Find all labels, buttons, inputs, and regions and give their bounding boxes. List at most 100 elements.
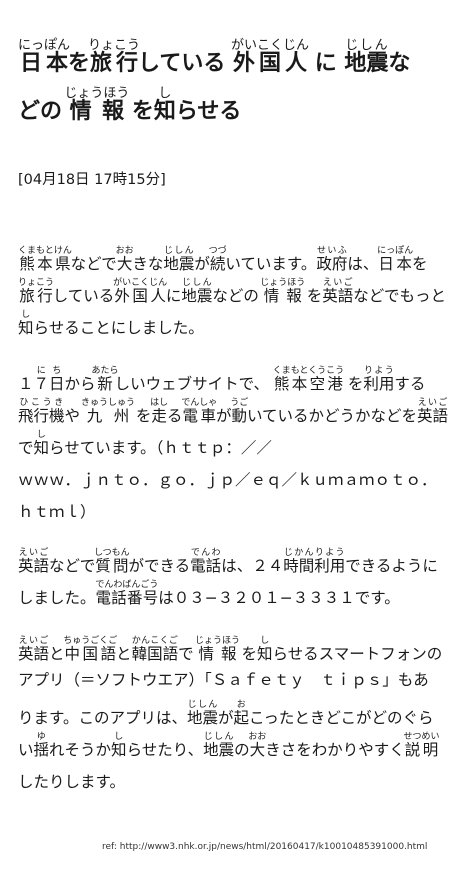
body-line: 英語えいごなどで質問しつもんができる電話でんわは、２４時間じかん利用りようできる… [18, 548, 468, 576]
ruby-word: 外国人がいこくじん [231, 38, 310, 76]
ruby-word: 韓国語かんこくご [132, 636, 179, 663]
text-run: を [68, 51, 91, 76]
ruby-word: 九州きゅうしゅう [81, 398, 135, 425]
ruby-word: 利用りよう [314, 548, 346, 575]
source-reference-link[interactable]: ref: http://www3.nhk.or.jp/news/html/201… [102, 842, 427, 852]
furigana: きゅうしゅう [80, 398, 135, 408]
ruby-word: 揺ゆ [34, 732, 50, 759]
ruby-word: 地震じしん [181, 278, 213, 305]
furigana: でんしゃ [181, 398, 218, 408]
ruby-base: 外国人 [113, 287, 168, 305]
text-run: ります。このアプリは、 [18, 709, 187, 727]
ruby-base: 電話番号 [95, 589, 159, 607]
text-run: れそうか [49, 741, 112, 759]
ruby-word: 熊本県くまもとけん [18, 246, 72, 273]
ruby-word: 英語えいご [18, 548, 49, 575]
furigana: し [18, 310, 34, 320]
ruby-word: 動うご [230, 398, 248, 425]
ruby-word: 走はし [150, 398, 168, 425]
furigana: あたら [91, 366, 119, 376]
body-line: しました。電話番号でんわばんごうは０３−３２０１−３３３１です。 [18, 580, 468, 608]
ruby-word: 熊本空港くまもとくうこう [273, 366, 344, 393]
text-run: を [130, 407, 152, 425]
furigana: ちゅうごくご [63, 636, 118, 646]
ruby-word: 利用りよう [363, 366, 394, 393]
furigana: せいふ [316, 246, 348, 256]
furigana: しつもん [94, 548, 130, 558]
ruby-word: 地震じしん [203, 732, 234, 759]
ruby-word: 知し [256, 636, 273, 663]
ruby-word: 旅行りょこう [18, 278, 54, 305]
furigana: がいこくじん [113, 278, 168, 288]
ruby-word: 地震じしん [344, 38, 388, 76]
ruby-word: 情報じょうほう [260, 278, 305, 305]
ruby-word: 地震じしん [186, 700, 218, 727]
ruby-word: 英語えいご [417, 398, 448, 425]
furigana: し [33, 430, 50, 440]
text-run: こったときどこがどのぐら [249, 709, 434, 727]
ruby-word: 日本にっぽん [377, 246, 413, 273]
text-run: を [124, 99, 154, 124]
ruby-word: 知し [154, 86, 176, 124]
text-run: したりします。 [18, 773, 125, 791]
news-article: 日本にっぽんを旅行りょこうしている 外国人がいこくじん に 地震じしんな どの 情… [0, 0, 468, 873]
ruby-base: 知 [18, 319, 34, 337]
furigana: えいご [18, 636, 49, 646]
ruby-word: 政府せいふ [316, 246, 348, 273]
body-line: で知しらせています。（ｈｔｔｐ：／／ [18, 430, 468, 458]
ruby-base: 外国人 [231, 51, 310, 76]
ruby-base: 政府 [316, 255, 348, 273]
text-run: どの [18, 99, 70, 124]
text-run: らせるスマートフォンの [272, 645, 443, 663]
furigana: じしん [344, 38, 389, 53]
text-run: は、 [347, 255, 379, 273]
ruby-word: 中国語ちゅうごくご [63, 636, 117, 663]
furigana: せつめい [403, 732, 440, 742]
ruby-word: 知し [18, 310, 34, 337]
ruby-base: 地震 [186, 709, 218, 727]
text-run: している [52, 287, 115, 305]
ruby-base: 情報 [64, 99, 130, 124]
text-run: らせる [175, 99, 242, 124]
text-run: ｗｗｗ．ｊｎｔｏ．ｇｏ．ｊｐ／ｅｑ／ｋｕｍａｍｏｔｏ． [18, 471, 437, 489]
text-run: きな [132, 255, 164, 273]
title-line: どの 情報じょうほう を知しらせる [18, 86, 468, 125]
text-run: で [18, 439, 34, 457]
furigana: えいご [322, 278, 354, 288]
text-run: アプリ（＝ソフトウエア）「Ｓａｆｅｔｙ ｔｉｐｓ」もあ [18, 671, 429, 689]
furigana: でんわばんごう [95, 580, 159, 590]
body-line: したりします。 [18, 770, 468, 792]
ruby-word: 起お [233, 700, 249, 727]
body-line: ります。このアプリは、地震じしんが起おこったときどこがどのぐら [18, 700, 468, 728]
ruby-base: 地震 [181, 287, 213, 305]
ruby-base: 知 [256, 645, 273, 663]
furigana: にっぽん [377, 246, 414, 256]
text-run: などで [70, 255, 117, 273]
ruby-base: 旅行 [88, 51, 141, 76]
ruby-base: 情報 [195, 645, 241, 663]
ruby-base: 英語 [322, 287, 354, 305]
text-run: に [307, 51, 345, 76]
ruby-base: 利用 [314, 557, 346, 575]
text-run: は０３−３２０１−３３３１です。 [158, 589, 400, 607]
ruby-word: 外国人がいこくじん [113, 278, 168, 305]
furigana: じょうほう [64, 86, 130, 101]
article-date: [04月18日 17時15分] [18, 172, 166, 188]
text-run: と [116, 645, 132, 663]
body-line: 熊本県くまもとけんなどで大おおきな地震じしんが続つづいています。政府せいふは、日… [18, 246, 468, 274]
ruby-word: 電話番号でんわばんごう [95, 580, 159, 607]
ruby-base: 電話 [190, 557, 222, 575]
text-run: しました。 [18, 589, 96, 607]
text-run: な [388, 51, 411, 76]
ruby-base: 九州 [80, 407, 135, 425]
furigana: ひこうき [18, 398, 65, 408]
body-line: 旅行りょこうしている外国人がいこくじんに地震じしんなどの 情報じょうほう を英語… [18, 278, 468, 306]
body-line: ｈｔｍｌ） [18, 500, 468, 522]
text-run: ができる [128, 557, 191, 575]
ruby-word: 大おお [248, 732, 266, 759]
text-run: を [342, 375, 364, 393]
ruby-word: 新あたら [92, 366, 119, 393]
ruby-base: ７日 [33, 375, 65, 393]
ruby-word: 情報じょうほう [64, 86, 129, 124]
text-run: する [394, 375, 426, 393]
